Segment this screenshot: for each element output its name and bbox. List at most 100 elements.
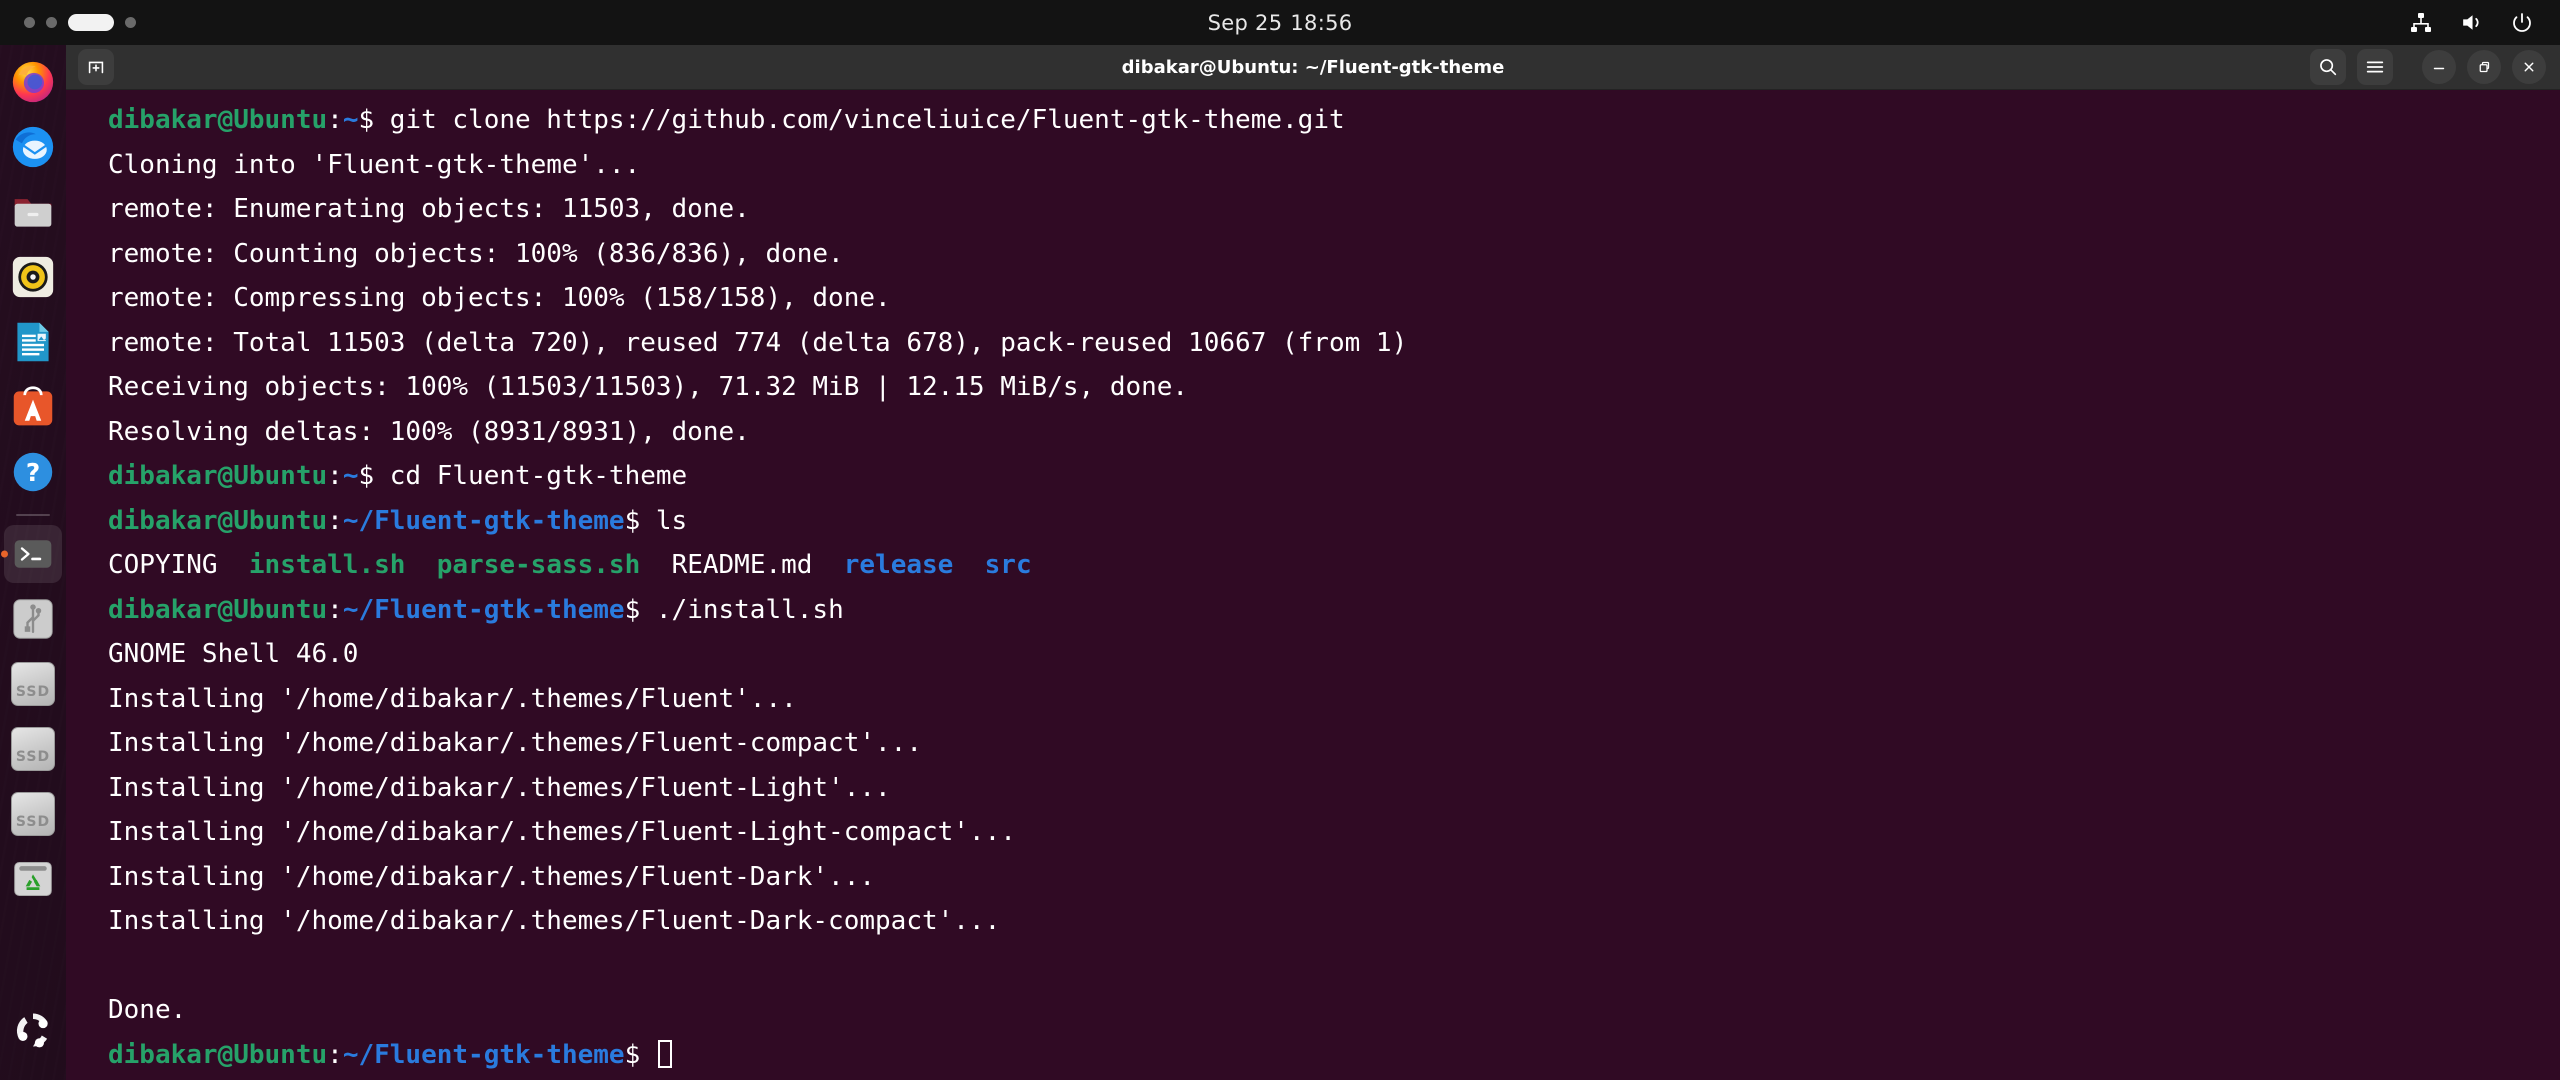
ls-entry-parse-sass-sh: parse-sass.sh: [436, 550, 641, 580]
workspace-indicator[interactable]: [24, 14, 136, 31]
ssd-drive-icon: SSD: [11, 792, 55, 836]
terminal-line-install-4: Installing '/home/dibakar/.themes/Fluent…: [108, 817, 1016, 847]
terminal-line-receiving: Receiving objects: 100% (11503/11503), 7…: [108, 372, 1189, 402]
close-icon: [2524, 62, 2534, 72]
dock-item-thunderbird[interactable]: [4, 118, 62, 176]
dock-item-firefox[interactable]: [4, 53, 62, 111]
system-tray[interactable]: [2409, 0, 2534, 45]
prompt-path: ~/Fluent-gtk-theme: [342, 1039, 625, 1070]
command-git-clone: git clone https://github.com/vinceliuice…: [374, 105, 1345, 135]
hamburger-icon: [2366, 61, 2384, 73]
prompt-path: ~/Fluent-gtk-theme: [342, 594, 625, 625]
command-cd: cd Fluent-gtk-theme: [374, 461, 688, 491]
thunderbird-icon: [12, 126, 54, 168]
terminal-line-install-1: Installing '/home/dibakar/.themes/Fluent…: [108, 683, 797, 714]
search-button[interactable]: [2310, 49, 2346, 85]
svg-text:?: ?: [26, 458, 40, 487]
terminal-line-cloning: Cloning into 'Fluent-gtk-theme'...: [108, 149, 641, 180]
volume-icon[interactable]: [2459, 10, 2484, 35]
terminal-line-ls-output: COPYING install.sh parse-sass.sh README.…: [66, 543, 2560, 588]
ls-entry-src: src: [984, 550, 1032, 580]
dock-item-usb-drive[interactable]: [4, 590, 62, 648]
clock[interactable]: Sep 25 18:56: [0, 11, 2560, 35]
terminal-window: dibakar@Ubuntu: ~/Fluent-gtk-theme dibak…: [66, 45, 2560, 1080]
command-install: ./install.sh: [640, 594, 844, 625]
prompt-sigil: $: [624, 594, 641, 625]
dock-item-ssd-3[interactable]: SSD: [4, 785, 62, 843]
prompt-sigil: $: [358, 461, 375, 491]
files-icon: [14, 199, 52, 227]
ubuntu-dock[interactable]: ? SSD SSD SSD: [0, 45, 66, 1080]
dock-item-rhythmbox[interactable]: [4, 248, 62, 306]
terminal-line-enumerating: remote: Enumerating objects: 11503, done…: [108, 194, 750, 224]
terminal-line-resolving: Resolving deltas: 100% (8931/8931), done…: [108, 416, 750, 447]
minimize-button[interactable]: [2422, 50, 2456, 84]
drive-label: SSD: [15, 814, 51, 830]
ls-entry-readme-md: README.md: [671, 550, 813, 580]
terminal-line-prompt-cd: dibakar@Ubuntu:~$ cd Fluent-gtk-theme: [108, 461, 688, 491]
firefox-icon: [12, 61, 54, 103]
ubuntu-software-icon: [13, 386, 53, 426]
prompt-user: dibakar@Ubuntu: [108, 594, 328, 625]
terminal-line-counting: remote: Counting objects: 100% (836/836)…: [108, 238, 844, 269]
ssd-drive-icon: SSD: [11, 727, 55, 771]
terminal-icon: [14, 540, 52, 568]
libreoffice-writer-icon: [17, 322, 49, 362]
workspace-dot-3-active[interactable]: [68, 14, 114, 31]
terminal-line-compressing: remote: Compressing objects: 100% (158/1…: [108, 283, 891, 313]
dock-item-trash[interactable]: [4, 850, 62, 908]
dock-item-ssd-1[interactable]: SSD: [4, 655, 62, 713]
workspace-dot-4[interactable]: [125, 17, 136, 28]
prompt-home: ~: [342, 461, 359, 491]
terminal-line-total: remote: Total 11503 (delta 720), reused …: [108, 327, 1408, 358]
prompt-user: dibakar@Ubuntu: [108, 461, 328, 491]
maximize-button[interactable]: [2467, 50, 2501, 84]
ls-entry-copying: COPYING: [108, 550, 218, 580]
dock-item-ubuntu-software[interactable]: [4, 378, 62, 436]
minimize-icon: [2433, 67, 2445, 70]
show-applications-icon: [16, 1013, 48, 1048]
dock-item-help[interactable]: ?: [4, 443, 62, 501]
terminal-line-prompt-git-clone: dibakar@Ubuntu:~$ git clone https://gith…: [108, 105, 1345, 135]
terminal-line-prompt-install: dibakar@Ubuntu:~/Fluent-gtk-theme$ ./ins…: [108, 594, 844, 625]
show-applications-button[interactable]: [4, 1001, 62, 1059]
workspace-dot-2[interactable]: [46, 17, 57, 28]
ls-entry-install-sh: install.sh: [248, 550, 406, 580]
new-tab-icon: [88, 61, 104, 74]
menu-button[interactable]: [2357, 49, 2393, 85]
dock-item-files[interactable]: [4, 183, 62, 241]
search-icon: [2320, 59, 2337, 76]
help-icon: ?: [13, 452, 53, 492]
rhythmbox-icon: [12, 256, 54, 298]
prompt-home: ~: [342, 105, 359, 135]
command-ls: ls: [640, 505, 688, 536]
clock-time: 18:56: [1290, 10, 1353, 35]
terminal-line-install-3: Installing '/home/dibakar/.themes/Fluent…: [108, 772, 891, 803]
terminal-line-prompt-current: dibakar@Ubuntu:~/Fluent-gtk-theme$: [66, 1033, 2560, 1078]
terminal-line-prompt-ls: dibakar@Ubuntu:~/Fluent-gtk-theme$ ls: [108, 505, 688, 536]
usb-drive-icon: [13, 599, 53, 639]
dock-item-ssd-2[interactable]: SSD: [4, 720, 62, 778]
prompt-user: dibakar@Ubuntu: [108, 505, 328, 536]
power-icon[interactable]: [2510, 11, 2534, 35]
ls-entry-release: release: [843, 550, 954, 580]
terminal-line-gnome-shell: GNOME Shell 46.0: [108, 639, 359, 669]
prompt-path: ~/Fluent-gtk-theme: [342, 505, 625, 536]
new-tab-button[interactable]: [78, 49, 114, 85]
gnome-top-bar: Sep 25 18:56: [0, 0, 2560, 45]
workspace-dot-1[interactable]: [24, 17, 35, 28]
close-button[interactable]: [2512, 50, 2546, 84]
window-titlebar: dibakar@Ubuntu: ~/Fluent-gtk-theme: [66, 45, 2560, 90]
clock-date: Sep 25: [1207, 10, 1283, 35]
dock-item-libreoffice-writer[interactable]: [4, 313, 62, 371]
terminal-line-install-5: Installing '/home/dibakar/.themes/Fluent…: [108, 861, 876, 892]
dock-item-terminal[interactable]: [4, 525, 62, 583]
dock-separator: [16, 514, 50, 516]
terminal-output-area[interactable]: dibakar@Ubuntu:~$ git clone https://gith…: [66, 90, 2560, 1080]
prompt-sigil: $: [624, 1039, 641, 1070]
network-icon[interactable]: [2409, 11, 2433, 35]
terminal-line-install-6: Installing '/home/dibakar/.themes/Fluent…: [108, 906, 1001, 936]
prompt-user: dibakar@Ubuntu: [108, 1039, 328, 1070]
terminal-line-done: Done.: [108, 995, 187, 1025]
